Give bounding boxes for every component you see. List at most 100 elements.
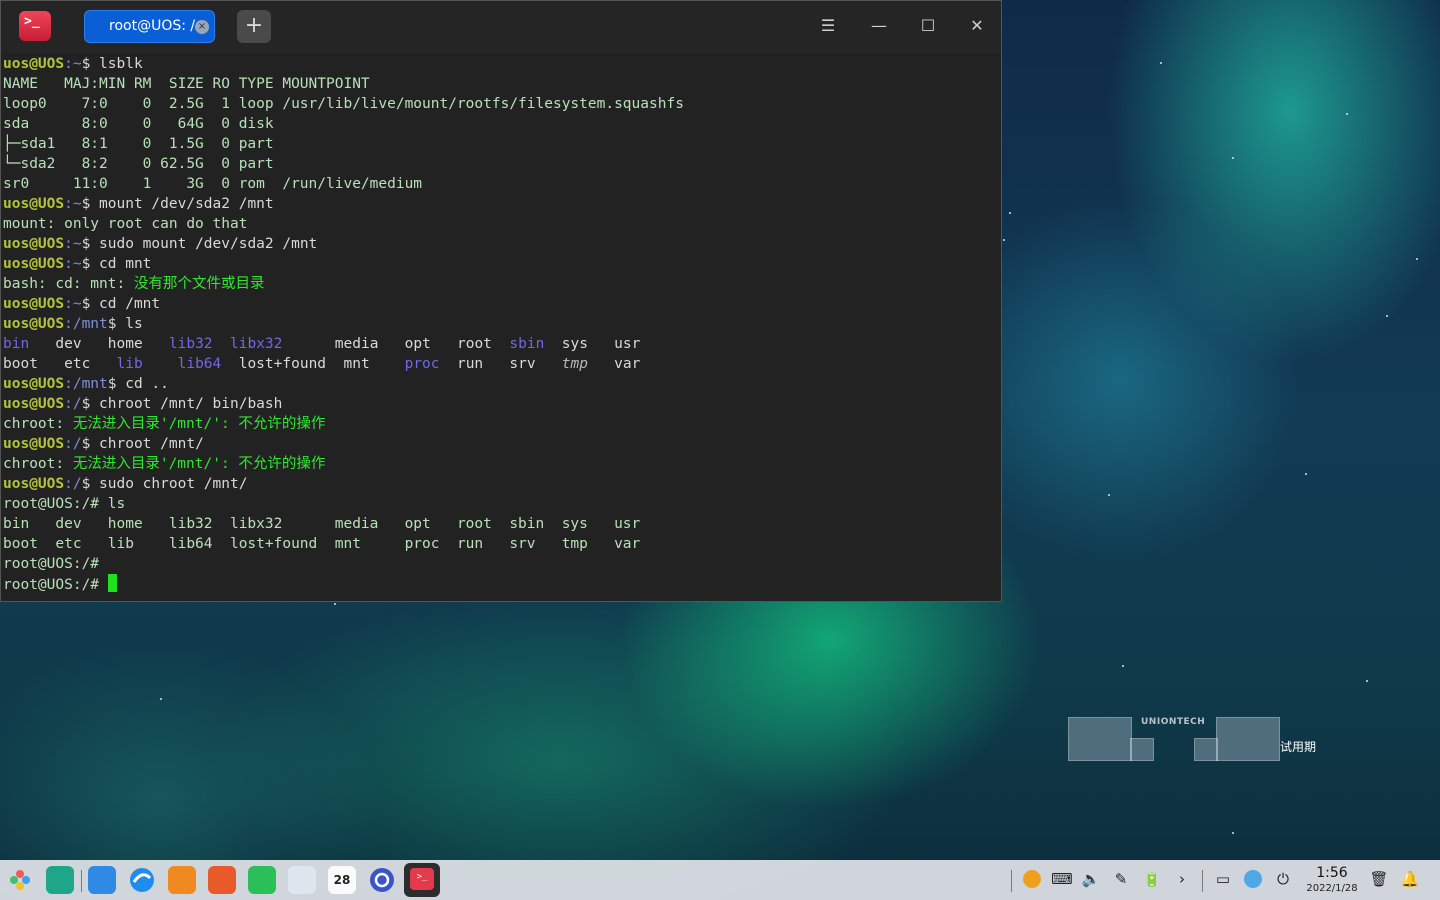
terminal-text: loop0 7:0 0 2.5G 1 loop /usr/lib/live/mo… xyxy=(3,96,684,112)
terminal-line: mount: only root can do that xyxy=(3,214,1001,234)
clock-time[interactable]: 1:56 xyxy=(1312,865,1352,881)
terminal-text: :/ xyxy=(64,396,82,412)
terminal-line: uos@UOS:/mnt$ cd .. xyxy=(3,374,1001,394)
terminal-taskbar-item[interactable]: >_ xyxy=(404,863,440,897)
terminal-line: uos@UOS:/$ chroot /mnt/ bin/bash xyxy=(3,394,1001,414)
terminal-text: sda 8:0 0 64G 0 disk xyxy=(3,116,283,132)
terminal-text: ├─sda1 8:1 0 1.5G 0 part xyxy=(3,136,283,152)
terminal-text: $ ls xyxy=(107,316,143,332)
volume-icon[interactable]: 🔈 xyxy=(1080,868,1102,890)
star xyxy=(1366,680,1368,682)
taskbar: 28 >_ ⌨ 🔈 ✎ 🔋 › ▭ ⏻ 1:56 2022/1/28 🗑 🔔 xyxy=(0,860,1440,900)
terminal-app-icon[interactable]: >_ xyxy=(19,11,51,41)
taskbar-divider xyxy=(1011,870,1012,892)
watermark-logo: UNIONTECH xyxy=(1141,717,1206,727)
terminal-text: $ cd /mnt xyxy=(81,296,161,312)
terminal-text: :/ xyxy=(64,476,82,492)
terminal-line: uos@UOS:~$ mount /dev/sda2 /mnt xyxy=(3,194,1001,214)
image-viewer-icon[interactable] xyxy=(208,866,236,894)
file-manager-icon[interactable] xyxy=(88,866,116,894)
terminal-text: bin dev home lib32 libx32 media opt root… xyxy=(3,516,641,532)
terminal-text: lib32 libx32 xyxy=(168,336,283,352)
clock-date[interactable]: 2022/1/28 xyxy=(1302,883,1362,894)
app-store-icon[interactable] xyxy=(168,866,196,894)
terminal-text: :~ xyxy=(64,236,82,252)
terminal-line: chroot: 无法进入目录'/mnt/': 不允许的操作 xyxy=(3,454,1001,474)
keyboard-icon[interactable]: ⌨ xyxy=(1051,868,1073,890)
star xyxy=(334,603,336,605)
terminal-text: :~ xyxy=(64,56,82,72)
terminal-text: $ sudo chroot /mnt/ xyxy=(81,476,248,492)
music-icon[interactable] xyxy=(248,866,276,894)
pen-icon[interactable]: ✎ xyxy=(1110,868,1132,890)
star xyxy=(160,698,162,700)
tab-close-icon[interactable]: × xyxy=(195,20,209,34)
drive-icon[interactable]: ▭ xyxy=(1212,868,1234,890)
terminal-line: uos@UOS:~$ sudo mount /dev/sda2 /mnt xyxy=(3,234,1001,254)
terminal-text: uos@UOS xyxy=(3,236,65,252)
terminal-text: $ cd mnt xyxy=(81,256,152,272)
terminal-text: uos@UOS xyxy=(3,196,65,212)
terminal-line: uos@UOS:/$ sudo chroot /mnt/ xyxy=(3,474,1001,494)
watermark-block xyxy=(1194,738,1218,761)
terminal-text: 没有那个文件或目录 xyxy=(133,276,265,292)
terminal-text: bash: cd: mnt: xyxy=(3,276,134,292)
tab-root-uos[interactable]: root@UOS: / × xyxy=(84,10,215,43)
terminal-text: media opt root xyxy=(282,336,510,352)
star xyxy=(1009,212,1011,214)
browser-icon[interactable] xyxy=(128,866,156,894)
terminal-text: bin xyxy=(3,336,30,352)
terminal-text: NAME MAJ:MIN RM SIZE RO TYPE MOUNTPOINT xyxy=(3,76,370,92)
terminal-line: sr0 11:0 1 3G 0 rom /run/live/medium xyxy=(3,174,1001,194)
terminal-text: boot etc lib lib64 lost+found mnt proc r… xyxy=(3,536,641,552)
calendar-icon[interactable]: 28 xyxy=(328,866,356,894)
taskbar-divider xyxy=(81,870,82,892)
battery-icon[interactable]: 🔋 xyxy=(1141,868,1163,890)
chevron-right-icon[interactable]: › xyxy=(1171,868,1193,890)
terminal-text: $ mount /dev/sda2 /mnt xyxy=(81,196,274,212)
trash-icon[interactable]: 🗑 xyxy=(1368,868,1390,890)
menu-icon[interactable]: ☰ xyxy=(815,13,841,39)
settings-icon[interactable] xyxy=(368,866,396,894)
star xyxy=(1346,113,1348,115)
terminal-text: root@UOS:/# xyxy=(3,577,108,593)
terminal-text: $ cd .. xyxy=(107,376,169,392)
terminal-text: uos@UOS xyxy=(3,436,65,452)
terminal-text: :~ xyxy=(64,256,82,272)
watermark-text: 试用期 xyxy=(1280,740,1317,754)
terminal-taskbar-icon: >_ xyxy=(410,868,434,890)
terminal-text: $ lsblk xyxy=(81,56,143,72)
terminal-line: bin dev home lib32 libx32 media opt root… xyxy=(3,334,1001,354)
terminal-text: sys usr xyxy=(544,336,641,352)
terminal-output[interactable]: uos@UOS:~$ lsblk NAME MAJ:MIN RM SIZE RO … xyxy=(3,54,1001,601)
maximize-icon[interactable]: ☐ xyxy=(915,13,941,39)
star xyxy=(1416,258,1418,260)
star xyxy=(1160,62,1162,64)
terminal-line: ├─sda1 8:1 0 1.5G 0 part xyxy=(3,134,1001,154)
terminal-text: uos@UOS xyxy=(3,256,65,272)
watermark-block xyxy=(1216,717,1280,761)
star xyxy=(1232,157,1234,159)
taskbar-divider xyxy=(1202,870,1203,892)
show-desktop-icon[interactable] xyxy=(46,866,74,894)
terminal-text: :/ xyxy=(64,436,82,452)
title-bar[interactable]: >_ root@UOS: / × + ☰ — ☐ ✕ xyxy=(1,1,1001,53)
terminal-text: lost+found mnt xyxy=(221,356,405,372)
input-method-icon[interactable] xyxy=(1021,868,1043,890)
terminal-text: root@UOS:/# xyxy=(3,556,108,572)
notification-bell-icon[interactable]: 🔔 xyxy=(1399,868,1421,890)
new-tab-button[interactable]: + xyxy=(237,10,271,43)
terminal-text: 无法进入目录'/mnt/': 不允许的操作 xyxy=(72,416,326,432)
network-icon[interactable] xyxy=(1242,868,1264,890)
terminal-window[interactable]: >_ root@UOS: / × + ☰ — ☐ ✕ uos@UOS:~$ ls… xyxy=(0,0,1002,602)
tab-title: root@UOS: / xyxy=(109,18,196,34)
document-viewer-icon[interactable] xyxy=(288,866,316,894)
terminal-text: tmp xyxy=(561,356,588,372)
minimize-icon[interactable]: — xyxy=(866,13,892,39)
terminal-text: uos@UOS xyxy=(3,296,65,312)
terminal-text: $ sudo mount /dev/sda2 /mnt xyxy=(81,236,318,252)
launcher-icon[interactable] xyxy=(6,866,34,894)
power-icon[interactable]: ⏻ xyxy=(1272,868,1294,890)
terminal-line: uos@UOS:~$ cd /mnt xyxy=(3,294,1001,314)
close-icon[interactable]: ✕ xyxy=(964,13,990,39)
